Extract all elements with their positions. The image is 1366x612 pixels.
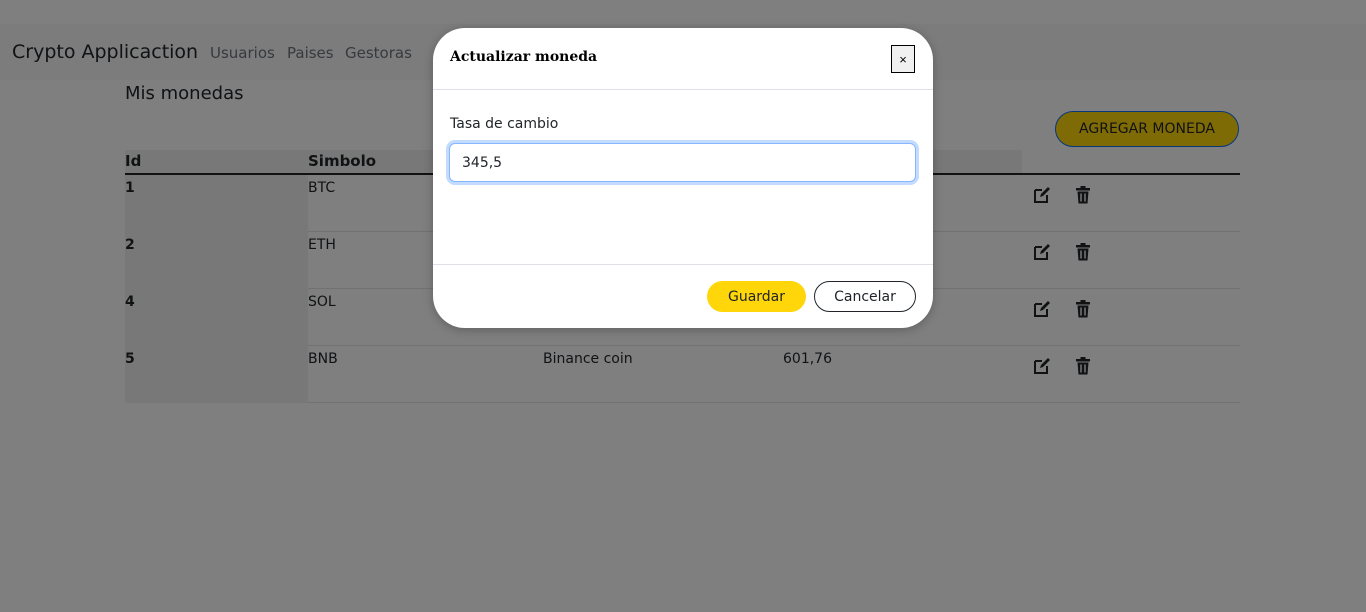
cancel-button[interactable]: Cancelar (814, 281, 916, 312)
modal-title: Actualizar moneda (450, 49, 598, 65)
save-button[interactable]: Guardar (707, 281, 806, 312)
modal-header: Actualizar moneda × (433, 28, 933, 90)
close-button[interactable]: × (891, 45, 915, 73)
update-coin-modal: Actualizar moneda × Tasa de cambio Guard… (433, 28, 933, 328)
exchange-rate-input[interactable] (449, 143, 916, 182)
exchange-rate-label: Tasa de cambio (450, 116, 559, 132)
modal-footer: Guardar Cancelar (433, 264, 933, 328)
page: Crypto Applicaction Usuarios Paises Gest… (0, 0, 1366, 612)
